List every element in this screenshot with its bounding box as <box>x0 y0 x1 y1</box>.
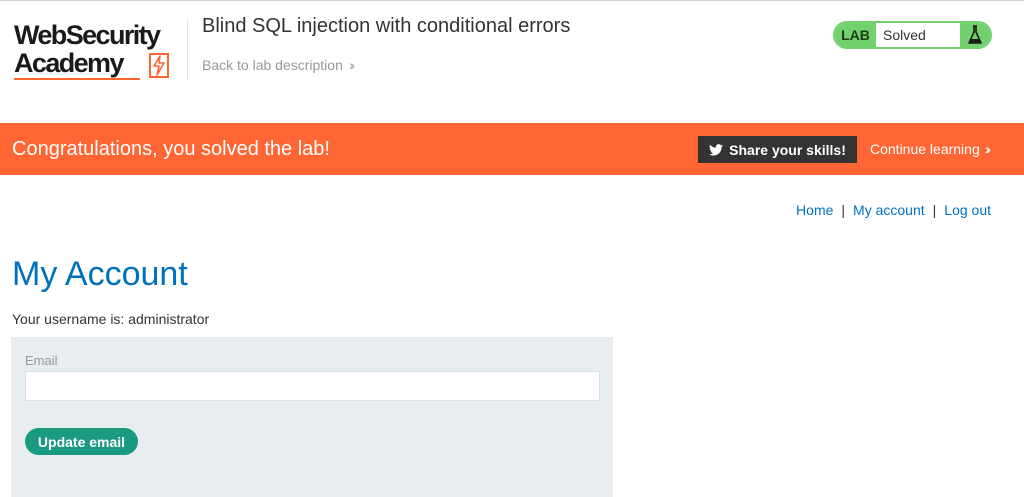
chevron-right-icon: ›› <box>348 57 356 73</box>
header: WebSecurity Academy Blind SQL injection … <box>0 1 1024 123</box>
continue-learning-label: Continue learning <box>870 141 980 157</box>
share-skills-button[interactable]: Share your skills! <box>698 136 857 163</box>
lab-status-widget: LAB Solved <box>833 21 992 49</box>
top-nav: Home | My account | Log out <box>796 202 991 218</box>
chevron-right-icon: ›› <box>984 141 992 157</box>
username-prefix: Your username is: <box>12 311 129 327</box>
nav-separator: | <box>932 202 937 218</box>
header-divider <box>187 19 188 81</box>
logo-text-line1: WebSecurity <box>14 20 161 50</box>
nav-home-link[interactable]: Home <box>796 202 833 218</box>
logo-text-line2: Academy <box>14 48 124 78</box>
email-field[interactable] <box>25 371 600 401</box>
page-title: My Account <box>12 255 188 293</box>
email-label: Email <box>25 353 58 368</box>
congratulations-message: Congratulations, you solved the lab! <box>12 137 330 160</box>
flask-icon <box>960 23 990 47</box>
update-email-button[interactable]: Update email <box>25 428 138 455</box>
lab-title: Blind SQL injection with conditional err… <box>202 15 571 37</box>
nav-my-account-link[interactable]: My account <box>853 202 925 218</box>
lightning-bolt-icon <box>149 53 169 78</box>
nav-log-out-link[interactable]: Log out <box>944 202 991 218</box>
logo-underline <box>14 78 140 80</box>
solved-banner: Congratulations, you solved the lab! Sha… <box>0 123 1024 175</box>
lab-status-text: Solved <box>883 27 926 43</box>
continue-learning-link[interactable]: Continue learning ›› <box>870 141 992 157</box>
share-skills-label: Share your skills! <box>729 141 846 158</box>
twitter-icon <box>709 143 724 156</box>
lab-badge: LAB <box>835 23 876 47</box>
back-link-label: Back to lab description <box>202 57 343 73</box>
change-email-form: Email Update email <box>11 337 613 497</box>
nav-separator: | <box>841 202 846 218</box>
username-value: administrator <box>128 311 210 327</box>
username-line: Your username is: administrator <box>12 311 209 327</box>
websecurity-academy-logo[interactable]: WebSecurity Academy <box>14 19 186 83</box>
back-to-lab-description-link[interactable]: Back to lab description ›› <box>202 57 356 73</box>
